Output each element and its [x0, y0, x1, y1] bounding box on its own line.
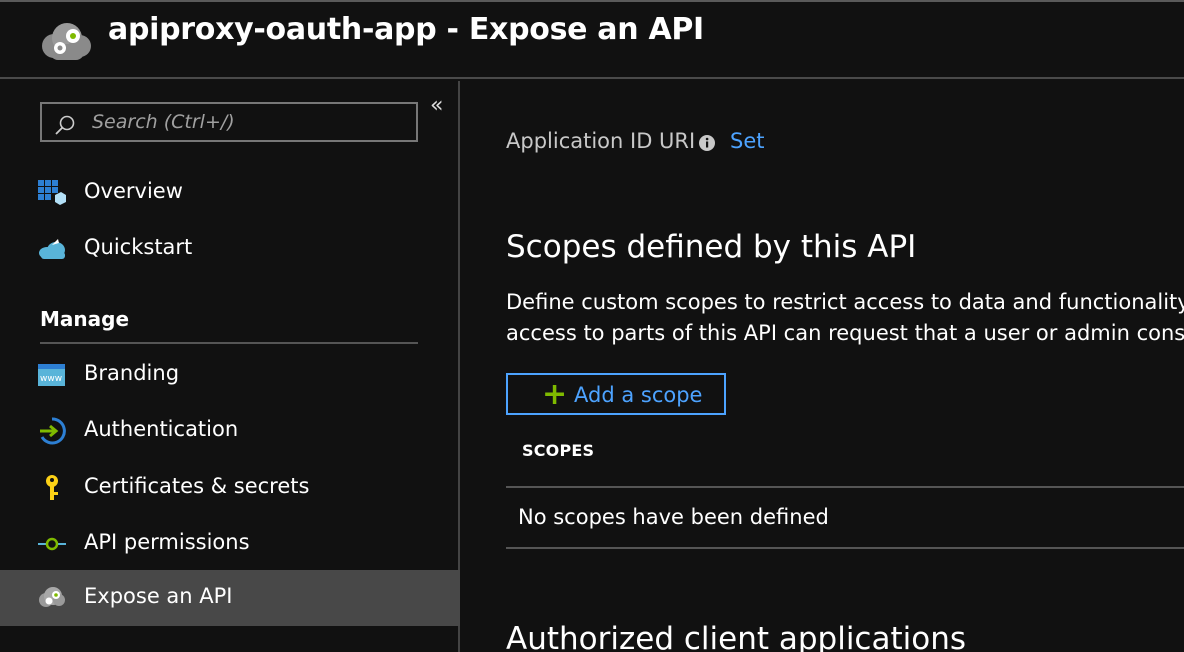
add-scope-label: Add a scope [574, 383, 703, 407]
scopes-description-line-2: access to parts of this API can request … [506, 321, 1184, 345]
sidebar-item-label: Expose an API [84, 584, 233, 608]
empty-scopes-message: No scopes have been defined [518, 505, 829, 529]
search-icon [55, 115, 75, 135]
collapse-sidebar-button[interactable]: « [430, 93, 443, 118]
main-content: Application ID URI Set Scopes defined by… [462, 81, 1184, 652]
page-title: apiproxy-oauth-app - Expose an API [108, 12, 704, 47]
info-icon[interactable] [698, 134, 716, 152]
branding-www-icon: www [38, 364, 65, 386]
sidebar-item-expose-api[interactable]: Expose an API [0, 570, 460, 626]
sidebar-item-next[interactable] [0, 626, 460, 652]
manage-section-title: Manage [40, 307, 130, 331]
scopes-description: Define custom scopes to restrict access … [506, 287, 1184, 349]
authentication-arrow-icon [40, 417, 66, 445]
sidebar-item-label: Authentication [84, 417, 239, 441]
overview-grid-icon [38, 180, 66, 205]
add-scope-button[interactable]: + Add a scope [506, 373, 726, 415]
scopes-heading: Scopes defined by this API [506, 229, 917, 265]
scopes-description-line-1: Define custom scopes to restrict access … [506, 290, 1184, 314]
key-icon [46, 475, 58, 500]
sidebar-item-authentication[interactable]: Authentication [0, 403, 460, 459]
page-header: apiproxy-oauth-app - Expose an API [0, 2, 1184, 79]
authorized-clients-heading: Authorized client applications [506, 621, 967, 652]
sidebar: « Overview Quickstart Manage www Brandin… [0, 81, 460, 652]
sidebar-item-label: Overview [84, 179, 183, 203]
sidebar-item-certificates[interactable]: Certificates & secrets [0, 460, 460, 516]
plus-icon: + [542, 377, 568, 412]
sidebar-item-branding[interactable]: www Branding [0, 347, 460, 403]
sidebar-item-api-permissions[interactable]: API permissions [0, 516, 460, 572]
search-box[interactable] [40, 102, 418, 142]
app-gears-cloud-icon [42, 23, 91, 60]
sidebar-item-label: API permissions [84, 530, 250, 554]
sidebar-item-quickstart[interactable]: Quickstart [0, 221, 460, 277]
application-id-uri-label: Application ID URI [506, 129, 696, 153]
table-divider [506, 486, 1184, 488]
svg-text:www: www [40, 374, 62, 384]
set-application-id-link[interactable]: Set [730, 129, 764, 153]
sidebar-item-label: Quickstart [84, 235, 193, 259]
expose-api-gears-icon [39, 587, 65, 607]
sidebar-item-label: Certificates & secrets [84, 474, 310, 498]
grid-icon [38, 640, 66, 652]
sidebar-item-overview[interactable]: Overview [0, 165, 460, 221]
search-input[interactable] [92, 108, 412, 136]
divider [40, 342, 418, 344]
api-permissions-icon [38, 537, 66, 551]
quickstart-cloud-icon [39, 239, 65, 259]
scopes-column-header: SCOPES [522, 441, 595, 460]
table-divider [506, 547, 1184, 549]
sidebar-item-label: Branding [84, 361, 180, 385]
